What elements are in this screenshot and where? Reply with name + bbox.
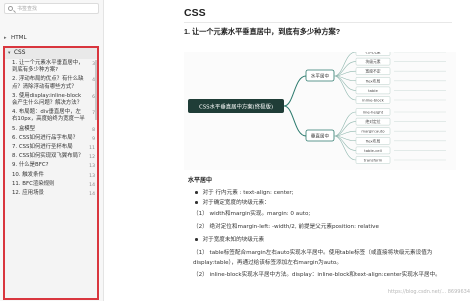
body-line: （2） inline-block实现水平居中方法。display：inline-… — [193, 272, 441, 278]
outline-item-label: 1. 让一个元素水平垂直居中，到底有多少种方案? — [12, 60, 84, 74]
document-page: CSS 1. 让一个元素水平垂直居中，到底有多少种方案? CSS水平垂直居中方案… — [104, 0, 474, 301]
outline-item-label: 4. 布局题：div垂直居中，左右10px，高度始终为宽度一半 — [12, 109, 85, 123]
outline-item-css-12[interactable]: 12. 应用场景 14 — [5, 189, 97, 198]
outline-item-css-2[interactable]: 2. 浮动布局的优点？有什么缺点？清除浮动有哪些方式？ 4 — [5, 75, 97, 91]
css-outline-section: ▾ CSS 1. 让一个元素水平垂直居中，到底有多少种方案? 3 2. 浮动布局的优点… — [3, 46, 99, 300]
mindmap-leaf-label: 行内元素 — [365, 52, 380, 55]
body-line: display:table），再通过给该标签添加左右margin为auto。 — [193, 260, 342, 266]
mindmap-branch-label: 垂直居中 — [311, 133, 330, 140]
mindmap-branch-label: 水平居中 — [311, 73, 330, 80]
outline-item-label: 12. 应用场景 — [12, 190, 44, 197]
outline-item-page-number: 14 — [89, 192, 95, 198]
search-icon — [8, 6, 13, 11]
mindmap-leaf-connector — [333, 111, 357, 137]
page-title: CSS — [184, 7, 206, 19]
watermark-text: https://blog.csdn.net/... 8699634 — [387, 289, 470, 295]
outline-item-page-number: 12 — [89, 155, 95, 161]
outline-item-label: CSS — [14, 50, 26, 56]
mindmap-top-leaves: 行内元素块级元素宽度不定 flex布局 table inline-block — [333, 52, 446, 104]
outline-item-label: 8. CSS如何实现双飞翼布局？ — [12, 153, 84, 160]
mindmap-bottom-leaves: line-height 绝对定位 margin:auto flex布局 table-ce… — [333, 108, 446, 164]
body-line: （1） width和margin实现。margin: 0 auto; — [193, 211, 311, 217]
mindmap-leaf-label: inline-block — [362, 98, 385, 103]
bookmark-search-input[interactable] — [17, 4, 97, 13]
outline-item-label: 9. 什么是BFC? — [12, 162, 49, 169]
outline-item-label: 2. 浮动布局的优点？有什么缺点？清除浮动有哪些方式？ — [12, 76, 84, 90]
outline-item-html[interactable]: ▸ HTML — [4, 35, 98, 41]
outline-item-label: 7. CSS如何进行圣杯布局 — [12, 144, 73, 151]
outline-item-label: HTML — [11, 35, 27, 41]
mindmap-leaf-connector — [333, 52, 357, 77]
mindmap-leaf-connector — [333, 135, 357, 161]
mindmap-center-label: CSS水平垂直居中方案(终极版) — [199, 103, 273, 111]
outline-item-css-8[interactable]: 8. CSS如何实现双飞翼布局？ 12 — [5, 152, 97, 161]
body-line: （2） 绝对定位和margin-left: -width/2, 前提是父元素po… — [193, 224, 379, 230]
mindmap-leaf-connector — [333, 61, 357, 77]
sidebar-scrollbar[interactable] — [95, 60, 97, 120]
expand-caret-icon[interactable]: ▸ — [4, 35, 11, 41]
mindmap-leaf-label: flex布局 — [366, 78, 381, 83]
outline-item-css-4[interactable]: 4. 布局题：div垂直居中，左右10px，高度始终为宽度一半 7 — [5, 108, 97, 124]
outline-item-label: 11. BFC渲染规则 — [12, 180, 55, 187]
mindmap-connector — [283, 75, 307, 107]
outline-item-page-number: 8 — [92, 127, 95, 133]
outline-item-css-3[interactable]: 3. 使用display:inline-block会产生什么问题？解决方法？ 6 — [5, 92, 97, 108]
mindmap-leaf-label: 绝对定位 — [365, 119, 380, 124]
css-outline-list: 1. 让一个元素水平垂直居中，到底有多少种方案? 3 2. 浮动布局的优点？有什么缺… — [5, 59, 97, 198]
mindmap-connector — [283, 105, 307, 137]
section-subheading: 水平居中 — [188, 177, 213, 184]
mindmap-leaf-label: table-cell — [364, 148, 382, 153]
outline-item-page-number: 14 — [89, 182, 95, 188]
bullet-line: 对于 行内元素 : text-align: center; — [195, 188, 294, 196]
mindmap-leaf-label: line-height — [363, 110, 384, 115]
outline-item-css-7[interactable]: 7. CSS如何进行圣杯布局 11 — [5, 143, 97, 152]
bookmark-sidebar: ▸HTML ▾CSS 1. 让一个元素水平垂直居中，到底有多少种方案?32. 浮… — [0, 0, 104, 301]
mindmap-leaf-connector — [333, 135, 357, 151]
outline-item-page-number: 13 — [89, 173, 95, 179]
body-line: （1） table标签配合margin左右auto实现水平居中。使用table标… — [193, 250, 433, 256]
mindmap-leaf-label: margin:auto — [361, 129, 385, 134]
mindmap-leaf-label: transform — [364, 158, 383, 163]
outline-item-label: 5. 盒模型 — [12, 125, 36, 132]
outline-item-css-6[interactable]: 6. CSS如何进行品字布局？ 9 — [5, 134, 97, 143]
outline-item-label: 6. CSS如何进行品字布局？ — [12, 134, 78, 141]
bullet-line: 对于确定宽度的块级元素： — [195, 198, 270, 206]
outline-item-page-number: 13 — [89, 164, 95, 170]
outline-item-css-5[interactable]: 5. 盒模型 8 — [5, 125, 97, 134]
outline-item-page-number: 11 — [89, 146, 95, 152]
outline-item-page-number: 9 — [92, 136, 95, 142]
mindmap-leaf-label: 宽度不定 — [365, 69, 380, 74]
mindmap-leaf-label: 块级元素 — [365, 59, 380, 64]
title-divider — [184, 22, 452, 23]
question-heading: 1. 让一个元素水平垂直居中，到底有多少种方案? — [184, 27, 341, 36]
mindmap-diagram: CSS水平垂直居中方案(终极版) 水平居中 垂直居中 行内元素块级元素宽度不定 f… — [184, 52, 456, 170]
outline-item-css[interactable]: ▾ CSS — [5, 48, 97, 59]
mindmap-leaf-connector — [333, 75, 357, 101]
outline-item-css-10[interactable]: 10. 触发条件 13 — [5, 171, 97, 180]
outline-item-label: 3. 使用display:inline-block会产生什么问题？解决方法？ — [12, 92, 83, 107]
outline-item-label: 10. 触发条件 — [12, 171, 44, 178]
mindmap-leaf-label: flex布局 — [366, 138, 381, 143]
mindmap-leaf-connector — [333, 121, 357, 137]
outline-item-css-9[interactable]: 9. 什么是BFC? 13 — [5, 161, 97, 170]
bullet-line: 对于宽度未知的块级元素 — [195, 235, 265, 243]
outline-item-css-11[interactable]: 11. BFC渲染规则 14 — [5, 180, 97, 189]
bookmark-search-box[interactable] — [4, 3, 99, 14]
outline-item-css-1[interactable]: 1. 让一个元素水平垂直居中，到底有多少种方案? 3 — [5, 59, 97, 75]
mindmap-leaf-label: table — [368, 88, 378, 93]
mindmap-leaf-connector — [333, 75, 357, 91]
